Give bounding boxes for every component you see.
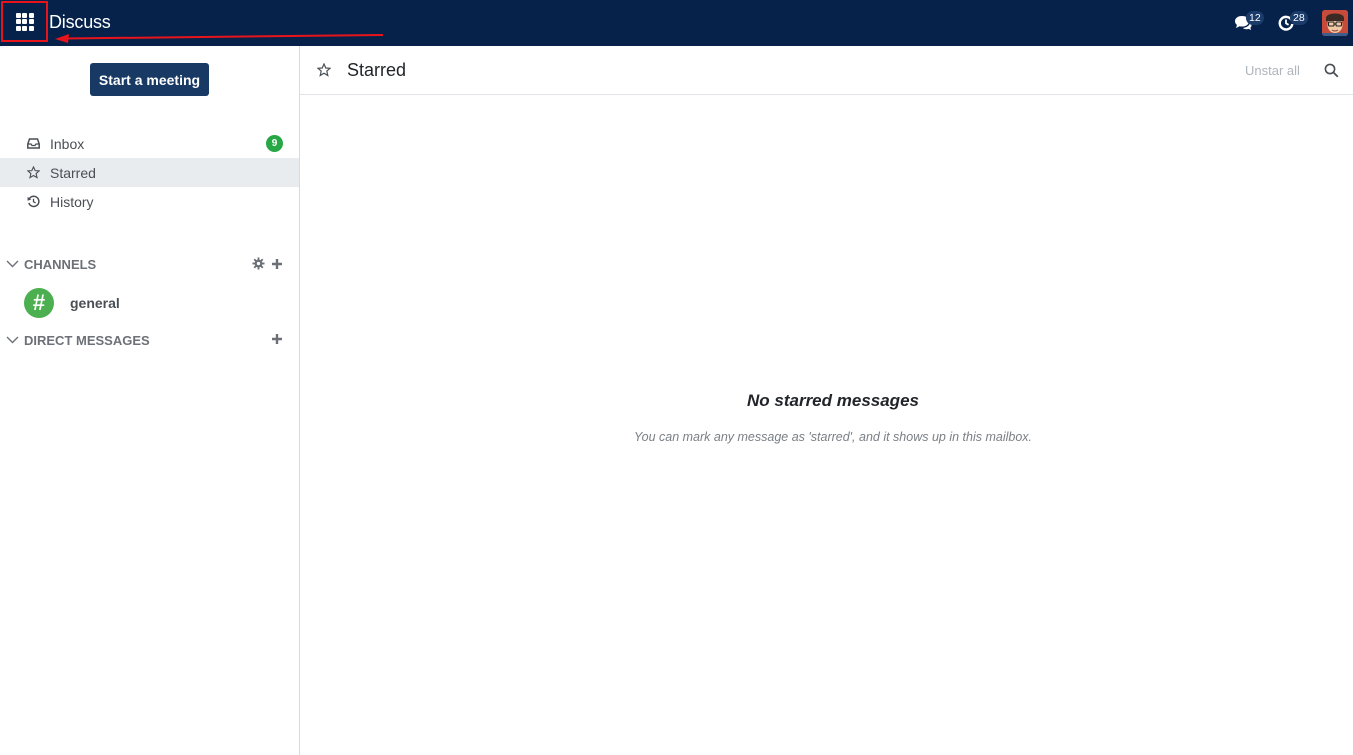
activities-count-badge: 28 (1290, 11, 1308, 25)
annotation-arrow (55, 34, 384, 43)
inbox-count-badge: 9 (266, 135, 283, 152)
direct-messages-header-label: DIRECT MESSAGES (24, 332, 150, 348)
channel-name: general (70, 295, 120, 311)
sidebar-item-starred[interactable]: Starred (0, 158, 299, 187)
history-icon (26, 195, 40, 209)
search-icon[interactable] (1324, 63, 1339, 83)
user-avatar[interactable] (1322, 10, 1348, 36)
discuss-sidebar: Start a meeting Inbox 9 Starred History (0, 46, 300, 755)
sidebar-item-label: Inbox (50, 135, 85, 152)
messages-menu-button[interactable]: 12 (1232, 0, 1266, 46)
channel-item-general[interactable]: # general (0, 286, 299, 320)
channels-actions (252, 257, 283, 270)
direct-messages-actions (271, 333, 283, 345)
unstar-all-button[interactable]: Unstar all (1245, 63, 1300, 78)
sidebar-item-history[interactable]: History (0, 187, 299, 216)
add-channel-plus-icon[interactable] (271, 258, 283, 270)
thread-title: Starred (347, 60, 407, 80)
sidebar-item-label: History (50, 193, 94, 210)
chevron-down-icon (6, 260, 19, 268)
gear-icon[interactable] (252, 257, 265, 270)
apps-menu-button[interactable] (1, 1, 48, 42)
messages-count-badge: 12 (1246, 11, 1264, 25)
empty-state-subtitle: You can mark any message as 'starred', a… (633, 430, 1033, 444)
channels-category-header[interactable]: CHANNELS (0, 253, 299, 275)
add-direct-message-plus-icon[interactable] (271, 333, 283, 345)
activities-menu-button[interactable]: 28 (1276, 0, 1310, 46)
empty-state-title: No starred messages (747, 391, 919, 410)
star-icon (26, 166, 40, 180)
thread-view: Starred Unstar all No starred messages Y… (300, 46, 1353, 755)
sidebar-item-inbox[interactable]: Inbox 9 (0, 129, 299, 158)
sidebar-item-label: Starred (50, 164, 96, 181)
chevron-down-icon (6, 336, 19, 344)
hashtag-icon: # (24, 288, 54, 318)
start-meeting-button[interactable]: Start a meeting (90, 63, 209, 96)
inbox-icon (26, 137, 40, 151)
thread-header: Starred Unstar all (300, 46, 1353, 95)
avatar-face-icon (1322, 10, 1348, 36)
grid-icon (15, 12, 34, 31)
channels-header-label: CHANNELS (24, 256, 97, 272)
star-icon (316, 62, 332, 82)
top-navbar: Discuss 12 28 (0, 0, 1353, 46)
direct-messages-category-header[interactable]: DIRECT MESSAGES (0, 329, 299, 351)
